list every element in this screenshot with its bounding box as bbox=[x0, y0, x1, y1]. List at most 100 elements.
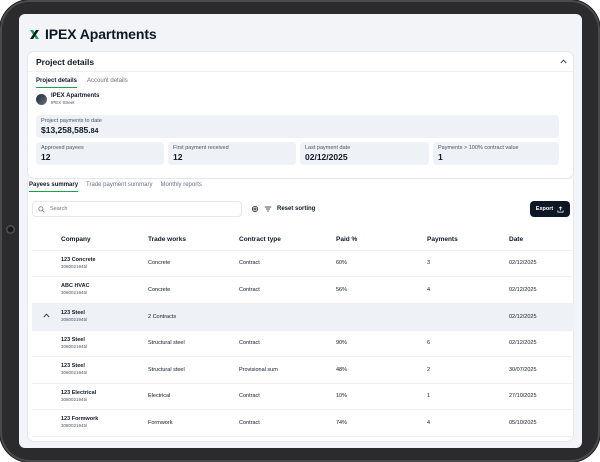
ipex-logo-icon bbox=[29, 29, 40, 40]
stat-label: Approved payees bbox=[41, 145, 84, 151]
paid-percent: 74% bbox=[336, 409, 427, 437]
avatar bbox=[36, 94, 47, 105]
group-row[interactable]: 123 Steel 3080021945l 2 Contracts 02/12/2… bbox=[32, 303, 574, 331]
trade-works: Structural steel bbox=[148, 330, 239, 357]
company-number: 3080021945l bbox=[61, 370, 88, 376]
stat-approved-payees: Approved payees 12 bbox=[36, 142, 164, 165]
table-row[interactable]: 123 Concrete 3080021945l Concrete Contrac… bbox=[32, 250, 574, 277]
project-details-card: Project details Project details Account … bbox=[27, 51, 574, 179]
search-icon bbox=[38, 205, 45, 213]
payments-count: 1 bbox=[427, 383, 509, 410]
table-row[interactable]: 123 Electrical 3080021945l Electrical Con… bbox=[32, 383, 574, 410]
export-button[interactable]: Export bbox=[530, 201, 570, 217]
payment-date: 05/10/2025 bbox=[509, 409, 574, 437]
screen: IPEX Apartments Project details Project … bbox=[19, 14, 582, 448]
payment-date: 27/10/2025 bbox=[509, 383, 574, 410]
table-row[interactable]: ABC HVAC 3080021945l Concrete Contract 56… bbox=[32, 276, 574, 304]
company-number: 3080021945l bbox=[61, 263, 88, 269]
search-box[interactable] bbox=[32, 201, 242, 217]
paid-percent: 56% bbox=[336, 276, 427, 304]
search-input[interactable] bbox=[50, 206, 230, 212]
paid-percent: 48% bbox=[336, 356, 427, 384]
trade-works: Formwork bbox=[148, 409, 239, 437]
payments-to-date-label: Project payments to date bbox=[41, 118, 102, 124]
paid-percent: 10% bbox=[336, 383, 427, 410]
sort-icon[interactable] bbox=[264, 205, 272, 213]
header-company[interactable]: Company bbox=[61, 229, 148, 251]
payments-to-date-main: $13,258,585. bbox=[41, 125, 91, 135]
company-number: 3080021945l bbox=[61, 317, 88, 322]
company-number: 3080021945l bbox=[61, 290, 88, 296]
table-toolbar: Reset sorting Export bbox=[32, 201, 570, 217]
stat-value: 02/12/2025 bbox=[305, 152, 348, 162]
payments-count: 4 bbox=[427, 409, 509, 437]
project-name: IPEX Apartments bbox=[51, 93, 100, 99]
project-address: IPEX Street bbox=[51, 100, 75, 105]
company-name: 123 Steel bbox=[61, 336, 85, 343]
payees-table: Company Trade works Contract type Paid %… bbox=[32, 229, 574, 437]
company-name: 123 Electrical bbox=[61, 389, 97, 396]
payment-date: 02/12/2025 bbox=[509, 276, 574, 304]
reset-sorting-button[interactable]: Reset sorting bbox=[277, 206, 315, 212]
contract-type: Contract bbox=[239, 409, 336, 437]
stat-value: 1 bbox=[438, 152, 443, 162]
settings-icon[interactable] bbox=[251, 205, 259, 213]
tab-project-details[interactable]: Project details bbox=[36, 78, 78, 88]
trade-works: Electrical bbox=[148, 383, 239, 410]
payments-to-date-box: Project payments to date $13,258,585.84 bbox=[36, 115, 559, 138]
contract-type: Contract bbox=[239, 250, 336, 277]
trade-works: Concrete bbox=[148, 276, 239, 304]
header-date[interactable]: Date bbox=[509, 229, 574, 251]
table-row[interactable]: 123 Steel 3080021945l Structural steel Pr… bbox=[32, 356, 574, 384]
company-name: 123 Steel bbox=[61, 310, 85, 316]
tab-account-details[interactable]: Account details bbox=[87, 78, 128, 88]
table-header-row: Company Trade works Contract type Paid %… bbox=[32, 229, 574, 251]
contract-type: Contract bbox=[239, 330, 336, 357]
company-name: 123 Concrete bbox=[61, 256, 96, 263]
payment-date: 02/12/2025 bbox=[509, 250, 574, 277]
payments-to-date-cents: 84 bbox=[90, 128, 99, 135]
stat-value: 12 bbox=[173, 152, 183, 162]
payments-to-date-value: $13,258,585.84 bbox=[41, 125, 554, 137]
payment-date: 02/12/2025 bbox=[509, 330, 574, 357]
payees-tabs: Payees summary Trade payment summary Mon… bbox=[29, 182, 202, 192]
company-number: 3080021945l bbox=[61, 423, 88, 429]
payment-date: 02/12/2025 bbox=[509, 303, 574, 331]
tab-trade-payment-summary[interactable]: Trade payment summary bbox=[86, 182, 152, 192]
project-tabs: Project details Account details bbox=[28, 72, 573, 88]
project-details-header[interactable]: Project details bbox=[28, 52, 573, 72]
contract-type: Contract bbox=[239, 383, 336, 410]
paid-percent: 60% bbox=[336, 250, 427, 277]
app-header: IPEX Apartments bbox=[29, 26, 157, 42]
payments-count: 6 bbox=[427, 330, 509, 357]
stat-value: 12 bbox=[41, 152, 51, 162]
chevron-up-icon[interactable] bbox=[560, 57, 567, 66]
table-row[interactable]: 123 Steel 3080021945l Structural steel Co… bbox=[32, 330, 574, 357]
header-spacer bbox=[32, 229, 61, 251]
paid-percent: 90% bbox=[336, 330, 427, 357]
tab-payees-summary[interactable]: Payees summary bbox=[29, 182, 79, 192]
payments-count: 3 bbox=[427, 250, 509, 277]
tablet-frame: IPEX Apartments Project details Project … bbox=[0, 0, 600, 462]
company-name: 123 Formwork bbox=[61, 416, 99, 423]
company-number: 3080021945l bbox=[61, 396, 88, 402]
tab-monthly-reports[interactable]: Monthly reports bbox=[161, 182, 202, 192]
stat-label: First payment received bbox=[173, 145, 229, 151]
payment-date: 30/07/2025 bbox=[509, 356, 574, 384]
header-contract-type[interactable]: Contract type bbox=[239, 229, 336, 251]
trade-works: Structural steel bbox=[148, 356, 239, 384]
chevron-up-icon[interactable] bbox=[32, 303, 61, 331]
contract-type: Provisional sum bbox=[239, 356, 336, 384]
company-name: ABC HVAC bbox=[61, 283, 90, 290]
camera bbox=[6, 225, 15, 234]
header-trade-works[interactable]: Trade works bbox=[148, 229, 239, 251]
header-payments[interactable]: Payments bbox=[427, 229, 509, 251]
payments-count: 2 bbox=[427, 356, 509, 384]
stat-last-payment-date: Last payment date 02/12/2025 bbox=[300, 142, 429, 165]
company-name: 123 Steel bbox=[61, 363, 85, 370]
table-row[interactable]: 123 Formwork 3080021945l Formwork Contrac… bbox=[32, 409, 574, 437]
app-title: IPEX Apartments bbox=[45, 26, 157, 42]
contract-type: Contract bbox=[239, 276, 336, 304]
stat-label: Payments > 100% contract value bbox=[438, 145, 519, 151]
header-paid-percent[interactable]: Paid % bbox=[336, 229, 427, 251]
